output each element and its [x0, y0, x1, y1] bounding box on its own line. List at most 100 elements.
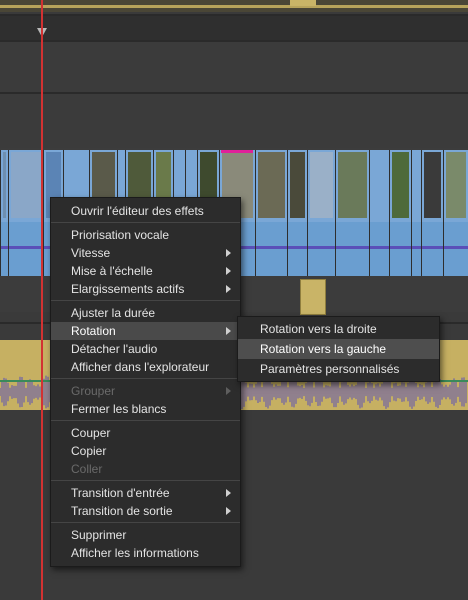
menu-item-couper[interactable]: Couper: [51, 424, 240, 442]
clip-audio-wave: [9, 246, 43, 249]
clip-context-menu: Ouvrir l'éditeur des effets Priorisation …: [50, 197, 241, 567]
clip-audio: [256, 222, 287, 276]
video-clip[interactable]: [411, 150, 421, 276]
small-audio-clip[interactable]: [300, 279, 326, 315]
submenu-arrow-icon: [226, 489, 231, 497]
clip-audio: [390, 222, 411, 276]
clip-audio: [444, 222, 468, 276]
clip-audio: [308, 222, 335, 276]
menu-item-elargissements-actifs[interactable]: Elargissements actifs: [51, 280, 240, 298]
clip-thumbnail: [338, 152, 367, 218]
time-ruler[interactable]: [0, 16, 468, 40]
menu-item-label: Coller: [71, 462, 103, 476]
clip-audio-wave: [1, 246, 8, 249]
clip-audio-wave: [370, 246, 389, 249]
submenu-item-rotation-vers-la-droite[interactable]: Rotation vers la droite: [238, 319, 439, 339]
menu-item-label: Supprimer: [71, 528, 127, 542]
clip-audio-wave: [390, 246, 411, 249]
clip-audio: [288, 222, 307, 276]
clip-thumbnail: [290, 152, 305, 218]
menu-separator: [51, 522, 240, 523]
menu-item-priorisation-vocale[interactable]: Priorisation vocale: [51, 226, 240, 244]
rotation-submenu: Rotation vers la droite Rotation vers la …: [237, 316, 440, 382]
clip-audio: [1, 222, 8, 276]
video-clip[interactable]: [307, 150, 335, 276]
video-clip[interactable]: [443, 150, 468, 276]
menu-item-transition-d-entree[interactable]: Transition d'entrée: [51, 484, 240, 502]
menu-item-label: Transition d'entrée: [71, 486, 170, 500]
menu-item-label: Ajuster la durée: [71, 306, 156, 320]
menu-separator: [51, 222, 240, 223]
menu-item-rotation[interactable]: Rotation: [51, 322, 240, 340]
clip-audio: [412, 222, 421, 276]
menu-item-label: Couper: [71, 426, 111, 440]
video-clip[interactable]: [335, 150, 369, 276]
submenu-item-parametres-personnalises[interactable]: Paramètres personnalisés: [238, 359, 439, 379]
clip-audio-wave: [256, 246, 287, 249]
menu-item-fermer-les-blancs[interactable]: Fermer les blancs: [51, 400, 240, 418]
selection-marker: [221, 150, 253, 153]
menu-item-afficher-les-informations[interactable]: Afficher les informations: [51, 544, 240, 562]
clip-audio-wave: [422, 246, 443, 249]
video-clip[interactable]: [255, 150, 287, 276]
clip-thumbnail: [11, 152, 41, 218]
menu-item-label: Priorisation vocale: [71, 228, 170, 242]
menu-item-label: Ouvrir l'éditeur des effets: [71, 204, 204, 218]
menu-item-label: Rotation: [71, 324, 116, 338]
menu-item-label: Transition de sortie: [71, 504, 173, 518]
menu-item-copier[interactable]: Copier: [51, 442, 240, 460]
video-clip[interactable]: [287, 150, 307, 276]
submenu-arrow-icon: [226, 267, 231, 275]
clip-thumbnail: [258, 152, 285, 218]
clip-thumbnail: [3, 152, 6, 218]
submenu-item-rotation-vers-la-gauche[interactable]: Rotation vers la gauche: [238, 339, 439, 359]
video-clip[interactable]: [389, 150, 411, 276]
menu-separator: [51, 378, 240, 379]
menu-item-label: Elargissements actifs: [71, 282, 185, 296]
menu-item-grouper: Grouper: [51, 382, 240, 400]
submenu-arrow-icon: [226, 507, 231, 515]
menu-item-label: Afficher les informations: [71, 546, 199, 560]
menu-item-ajuster-la-duree[interactable]: Ajuster la durée: [51, 304, 240, 322]
empty-track-1[interactable]: [0, 42, 468, 92]
video-clip[interactable]: [8, 150, 43, 276]
clip-audio: [370, 222, 389, 276]
video-clip[interactable]: [421, 150, 443, 276]
menu-item-vitesse[interactable]: Vitesse: [51, 244, 240, 262]
clip-thumbnail: [414, 152, 419, 218]
menu-item-label: Copier: [71, 444, 107, 458]
clip-thumbnail: [392, 152, 409, 218]
menu-item-detacher-l-audio[interactable]: Détacher l'audio: [51, 340, 240, 358]
clip-audio: [422, 222, 443, 276]
playhead-line[interactable]: [41, 0, 43, 600]
video-clip[interactable]: [369, 150, 389, 276]
menu-item-coller: Coller: [51, 460, 240, 478]
top-audio-clip[interactable]: [290, 0, 316, 6]
menu-item-transition-de-sortie[interactable]: Transition de sortie: [51, 502, 240, 520]
clip-audio-wave: [288, 246, 307, 249]
menu-item-afficher-dans-l-explorateur[interactable]: Afficher dans l'explorateur: [51, 358, 240, 376]
menu-item-mise-a-l-echelle[interactable]: Mise à l'échelle: [51, 262, 240, 280]
submenu-arrow-icon: [226, 285, 231, 293]
menu-item-label: Mise à l'échelle: [71, 264, 153, 278]
clip-thumbnail: [446, 152, 466, 218]
menu-item-label: Afficher dans l'explorateur: [71, 360, 210, 374]
clip-thumbnail: [424, 152, 441, 218]
menu-item-supprimer[interactable]: Supprimer: [51, 526, 240, 544]
menu-item-label: Vitesse: [71, 246, 111, 260]
clip-audio-wave: [336, 246, 369, 249]
video-clip[interactable]: [0, 150, 8, 276]
empty-track-2[interactable]: [0, 94, 468, 148]
clip-audio-wave: [308, 246, 335, 249]
clip-audio-wave: [412, 246, 421, 249]
menu-item-label: Détacher l'audio: [71, 342, 158, 356]
submenu-arrow-icon: [226, 327, 231, 335]
menu-separator: [51, 300, 240, 301]
clip-thumbnail: [372, 152, 387, 218]
menu-item-label: Grouper: [71, 384, 116, 398]
menu-item-ouvrir-l-editeur-des-effets[interactable]: Ouvrir l'éditeur des effets: [51, 202, 240, 220]
menu-separator: [51, 420, 240, 421]
clip-audio: [9, 222, 43, 276]
clip-audio: [336, 222, 369, 276]
menu-separator: [51, 480, 240, 481]
